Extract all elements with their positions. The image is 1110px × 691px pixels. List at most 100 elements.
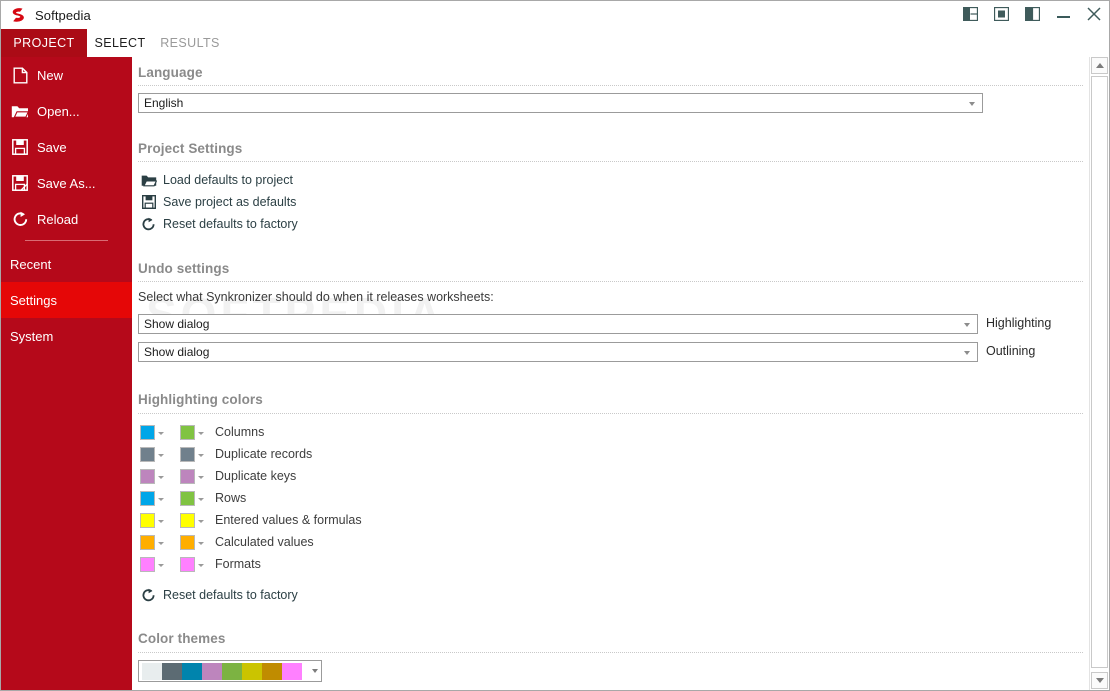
color-picker-primary[interactable]	[140, 534, 164, 550]
open-folder-icon	[10, 102, 30, 120]
sidebar-item-reload-label: Reload	[37, 211, 79, 227]
sidebar-item-system-label: System	[10, 328, 54, 344]
chevron-down-icon	[198, 454, 204, 457]
layout-left-pane-button[interactable]	[959, 3, 981, 25]
color-picker-primary[interactable]	[140, 424, 164, 440]
save-as-floppy-icon	[10, 174, 30, 192]
sidebar-item-reload[interactable]: Reload	[1, 201, 132, 237]
sidebar-item-save[interactable]: Save	[1, 129, 132, 165]
chevron-down-icon	[158, 520, 164, 523]
sidebar-item-recent-label: Recent	[10, 256, 52, 272]
undo-highlighting-value: Show dialog	[144, 317, 210, 331]
vertical-scrollbar[interactable]	[1089, 57, 1109, 690]
sidebar-item-save-label: Save	[37, 139, 67, 155]
color-row-label: Formats	[215, 557, 261, 571]
scroll-up-button[interactable]	[1091, 57, 1108, 74]
chevron-down-icon	[198, 520, 204, 523]
sidebar: New Open... Save Save As... Reload Recen…	[1, 57, 132, 690]
color-swatch	[180, 468, 195, 484]
color-swatch	[180, 446, 195, 462]
color-row-label: Duplicate records	[215, 447, 313, 461]
sidebar-item-save-as[interactable]: Save As...	[1, 165, 132, 201]
softpedia-s-logo-icon	[12, 8, 24, 22]
reset-defaults-to-factory-link-top[interactable]: Reset defaults to factory	[140, 216, 298, 232]
color-swatch	[180, 534, 195, 550]
color-row-rows: Rows	[140, 489, 246, 507]
close-icon	[1087, 7, 1101, 21]
chevron-down-icon	[964, 351, 970, 355]
undo-highlighting-label: Highlighting	[986, 316, 1052, 330]
sidebar-item-new[interactable]: New	[1, 57, 132, 93]
language-rule	[138, 85, 1083, 86]
sidebar-item-recent[interactable]: Recent	[1, 246, 132, 282]
color-picker-secondary[interactable]	[180, 556, 204, 572]
color-picker-primary[interactable]	[140, 512, 164, 528]
app-logo	[1, 1, 35, 29]
window-title: Softpedia	[35, 7, 91, 23]
undo-outlining-value: Show dialog	[144, 345, 210, 359]
undo-highlighting-select[interactable]: Show dialog	[138, 314, 978, 334]
undo-outlining-select[interactable]: Show dialog	[138, 342, 978, 362]
sidebar-item-system[interactable]: System	[1, 318, 132, 354]
minimize-button[interactable]	[1052, 3, 1074, 25]
color-picker-primary[interactable]	[140, 556, 164, 572]
sidebar-item-settings[interactable]: Settings	[1, 282, 132, 318]
reload-refresh-icon	[140, 587, 157, 603]
sidebar-item-open-label: Open...	[37, 103, 80, 119]
load-defaults-to-project-link[interactable]: Load defaults to project	[140, 172, 293, 188]
tab-select[interactable]: SELECT	[87, 29, 153, 57]
color-row-label: Calculated values	[215, 535, 314, 549]
chevron-down-icon	[158, 542, 164, 545]
color-row-duplicate-records: Duplicate records	[140, 445, 312, 463]
chevron-down-icon	[312, 669, 318, 673]
color-picker-secondary[interactable]	[180, 424, 204, 440]
color-picker-primary[interactable]	[140, 490, 164, 506]
highlighting-colors-heading: Highlighting colors	[138, 392, 263, 407]
highlighting-colors-rule	[138, 413, 1083, 414]
theme-swatch	[182, 662, 202, 680]
save-project-as-defaults-link[interactable]: Save project as defaults	[140, 194, 296, 210]
color-picker-secondary[interactable]	[180, 534, 204, 550]
reload-refresh-icon	[140, 216, 157, 232]
theme-swatch	[282, 662, 302, 680]
color-picker-primary[interactable]	[140, 446, 164, 462]
color-theme-selector[interactable]	[138, 660, 322, 682]
color-row-entered-values: Entered values & formulas	[140, 511, 362, 529]
close-button[interactable]	[1083, 3, 1105, 25]
color-themes-rule	[138, 652, 1083, 653]
tab-results[interactable]: RESULTS	[153, 29, 227, 57]
application-window: Softpedia PROJECT SELECT RESULTS New Ope…	[0, 0, 1110, 691]
color-swatch	[140, 468, 155, 484]
layout-center-pane-icon	[993, 7, 1009, 21]
save-floppy-icon	[140, 194, 157, 210]
color-swatch	[140, 446, 155, 462]
color-picker-primary[interactable]	[140, 468, 164, 484]
chevron-down-icon	[198, 476, 204, 479]
chevron-down-icon	[198, 542, 204, 545]
color-picker-secondary[interactable]	[180, 468, 204, 484]
layout-right-pane-button[interactable]	[1021, 3, 1043, 25]
scroll-down-button[interactable]	[1091, 672, 1108, 689]
color-picker-secondary[interactable]	[180, 512, 204, 528]
sidebar-item-open[interactable]: Open...	[1, 93, 132, 129]
sidebar-item-new-label: New	[37, 67, 64, 83]
color-picker-secondary[interactable]	[180, 490, 204, 506]
scrollbar-thumb[interactable]	[1091, 76, 1108, 668]
new-file-icon	[10, 66, 30, 84]
project-settings-rule	[138, 161, 1083, 162]
undo-settings-heading: Undo settings	[138, 261, 230, 276]
layout-center-pane-button[interactable]	[990, 3, 1012, 25]
theme-swatch	[222, 662, 242, 680]
reset-defaults-to-factory-link-colors[interactable]: Reset defaults to factory	[140, 587, 298, 603]
color-picker-secondary[interactable]	[180, 446, 204, 462]
language-select[interactable]: English	[138, 93, 983, 113]
window-controls	[959, 3, 1105, 25]
color-swatch	[140, 534, 155, 550]
chevron-down-icon	[198, 432, 204, 435]
tab-project[interactable]: PROJECT	[1, 29, 87, 57]
chevron-down-icon	[158, 432, 164, 435]
chevron-down-icon	[969, 102, 975, 106]
settings-panel: SOFTPEDIA Language English Project Setti…	[132, 57, 1089, 690]
color-row-label: Duplicate keys	[215, 469, 297, 483]
theme-swatch	[242, 662, 262, 680]
